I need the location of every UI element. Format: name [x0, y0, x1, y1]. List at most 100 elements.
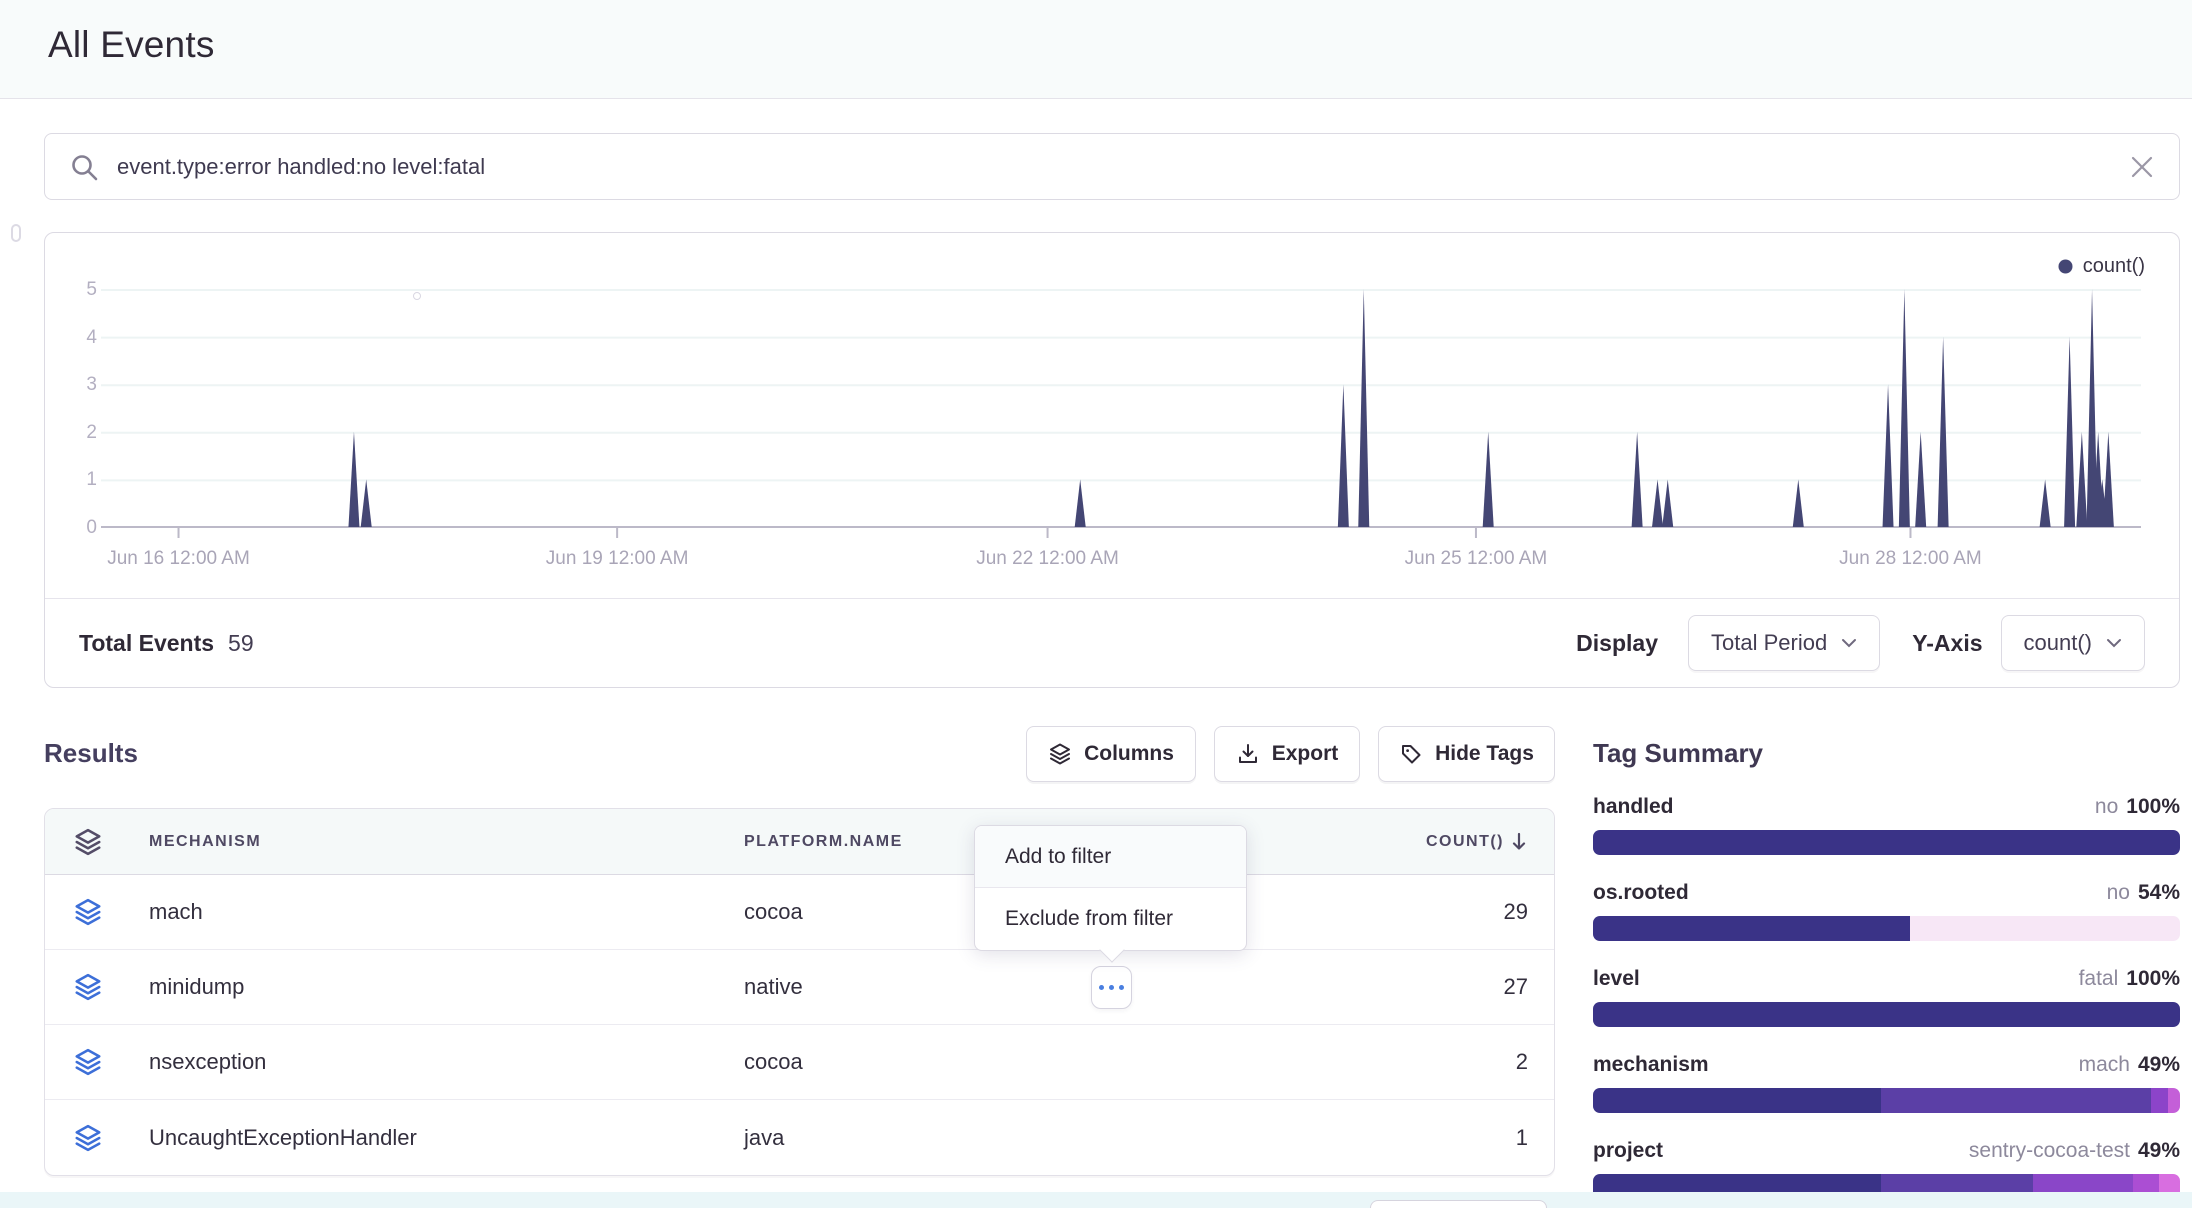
chart-spike	[1883, 384, 1894, 527]
chart-marker-dot	[413, 292, 421, 300]
chart-spike	[1358, 289, 1369, 527]
search-bar	[44, 133, 2180, 200]
tag-name: mechanism	[1593, 1053, 1709, 1077]
drag-handle	[11, 224, 21, 242]
cell-count[interactable]: 1	[1238, 1125, 1554, 1151]
page-header: All Events	[0, 0, 2192, 99]
table-row: machcocoa29	[45, 875, 1554, 950]
chart-spike	[1662, 479, 1673, 527]
menu-item-add-to-filter[interactable]: Add to filter	[975, 826, 1246, 888]
column-header-count[interactable]: COUNT()	[1238, 831, 1554, 853]
cell-platform[interactable]: cocoa	[726, 1049, 1238, 1075]
tag-bar-segment	[1593, 830, 2180, 855]
results-table: MECHANISMPLATFORM.NAMECOUNT() machcocoa2…	[44, 808, 1555, 1176]
y-axis-tick-label: 0	[53, 517, 97, 539]
tag-bar[interactable]	[1593, 1088, 2180, 1113]
x-axis-tick-label: Jun 22 12:00 AM	[928, 548, 1168, 570]
tag-bar-segment	[1910, 916, 2180, 941]
export-button-label: Export	[1272, 742, 1339, 766]
hide-tags-button[interactable]: Hide Tags	[1378, 726, 1555, 782]
tag-row: handled no 100%	[1593, 795, 2180, 855]
y-axis-tick-label: 1	[53, 469, 97, 491]
y-axis-tick-label: 5	[53, 279, 97, 301]
search-input[interactable]	[117, 154, 2129, 180]
tag-row: os.rootedno54%	[1593, 881, 2180, 941]
cell-mechanism[interactable]: mach	[131, 899, 726, 925]
table-header-row: MECHANISMPLATFORM.NAMECOUNT()	[45, 809, 1554, 875]
x-axis-tick-label: Jun 16 12:00 AM	[59, 548, 299, 570]
events-chart	[101, 271, 2141, 539]
total-events-value: 59	[228, 630, 254, 657]
export-button[interactable]: Export	[1214, 726, 1360, 782]
total-events-label: Total Events	[79, 630, 214, 657]
chart-spike	[2040, 479, 2051, 527]
page-title: All Events	[48, 24, 215, 66]
table-body: machcocoa29 minidumpnative27 nsexception…	[45, 875, 1554, 1175]
tag-top-value: no	[2095, 795, 2118, 819]
tag-name: handled	[1593, 795, 1674, 819]
cell-count[interactable]: 2	[1238, 1049, 1554, 1075]
cell-mechanism[interactable]: nsexception	[131, 1049, 726, 1075]
tag-bar-segment	[2151, 1088, 2169, 1113]
x-axis-tick-label: Jun 28 12:00 AM	[1790, 548, 2030, 570]
sort-desc-icon	[1510, 831, 1528, 853]
x-axis-tick-label: Jun 19 12:00 AM	[497, 548, 737, 570]
tag-name: project	[1593, 1139, 1663, 1163]
bottom-strip	[0, 1192, 2192, 1208]
clear-search-icon[interactable]	[2129, 154, 2155, 180]
cell-mechanism[interactable]: UncaughtExceptionHandler	[131, 1125, 726, 1151]
tag-top-percent: 54%	[2138, 881, 2180, 905]
cell-count[interactable]: 29	[1238, 899, 1554, 925]
row-layers-icon	[45, 1123, 131, 1153]
pagination-partial[interactable]	[1370, 1200, 1547, 1208]
tag-bar[interactable]	[1593, 1002, 2180, 1027]
cell-mechanism[interactable]: minidump	[131, 974, 726, 1000]
tag-top-value: fatal	[2079, 967, 2119, 991]
display-dropdown[interactable]: Total Period	[1688, 615, 1880, 671]
display-dropdown-value: Total Period	[1711, 630, 1827, 656]
tag-row: projectsentry-cocoa-test49%	[1593, 1139, 2180, 1199]
header-layers-icon[interactable]	[45, 827, 131, 857]
tag-row: level fatal 100%	[1593, 967, 2180, 1027]
chart-spike	[361, 479, 372, 527]
tag-summary: Tag Summary handledno100%os.rootedno54%l…	[1593, 738, 2180, 1208]
chart-spike	[1075, 479, 1086, 527]
tag-top-percent: 100%	[2126, 967, 2180, 991]
more-actions-button[interactable]	[1091, 966, 1132, 1009]
tag-bar[interactable]	[1593, 830, 2180, 855]
tag-icon	[1399, 742, 1423, 766]
download-icon	[1236, 742, 1260, 766]
cell-platform[interactable]: native	[726, 974, 1238, 1000]
tag-bar-segment	[1881, 1088, 2151, 1113]
tag-row: mechanism mach 49%	[1593, 1053, 2180, 1113]
tag-summary-heading: Tag Summary	[1593, 738, 2180, 769]
chart-footer: Total Events 59 Display Total Period Y-A…	[45, 598, 2179, 687]
tag-top-value: mach	[2079, 1053, 2130, 1077]
all-events-page: All Events count() 012345 Jun 16 12:00 A…	[0, 0, 2192, 1208]
tag-top-value: sentry-cocoa-test	[1969, 1139, 2130, 1163]
columns-button[interactable]: Columns	[1026, 726, 1196, 782]
chart-spike	[1793, 479, 1804, 527]
columns-button-label: Columns	[1084, 742, 1174, 766]
cell-actions-menu: Add to filter Exclude from filter	[974, 825, 1247, 951]
chart-spike	[2064, 337, 2075, 527]
cell-count[interactable]: 27	[1238, 974, 1554, 1000]
yaxis-dropdown-value: count()	[2024, 630, 2092, 656]
tag-top-percent: 100%	[2126, 795, 2180, 819]
tag-name: level	[1593, 967, 1640, 991]
table-row: minidumpnative27	[45, 950, 1554, 1025]
yaxis-dropdown[interactable]: count()	[2001, 615, 2145, 671]
tag-top-percent: 49%	[2138, 1053, 2180, 1077]
chevron-down-icon	[2106, 638, 2122, 648]
y-axis-tick-label: 4	[53, 327, 97, 349]
chart-spike	[1652, 479, 1663, 527]
chart-spike	[1938, 337, 1949, 527]
cell-platform[interactable]: java	[726, 1125, 1238, 1151]
y-axis-tick-label: 2	[53, 422, 97, 444]
tag-top-value: no	[2107, 881, 2130, 905]
column-header-mechanism[interactable]: MECHANISM	[131, 833, 726, 851]
tag-bar-segment	[1593, 1002, 2180, 1027]
chart-spike	[1899, 289, 1910, 527]
tag-bar-segment	[1593, 1088, 1881, 1113]
tag-bar[interactable]	[1593, 916, 2180, 941]
